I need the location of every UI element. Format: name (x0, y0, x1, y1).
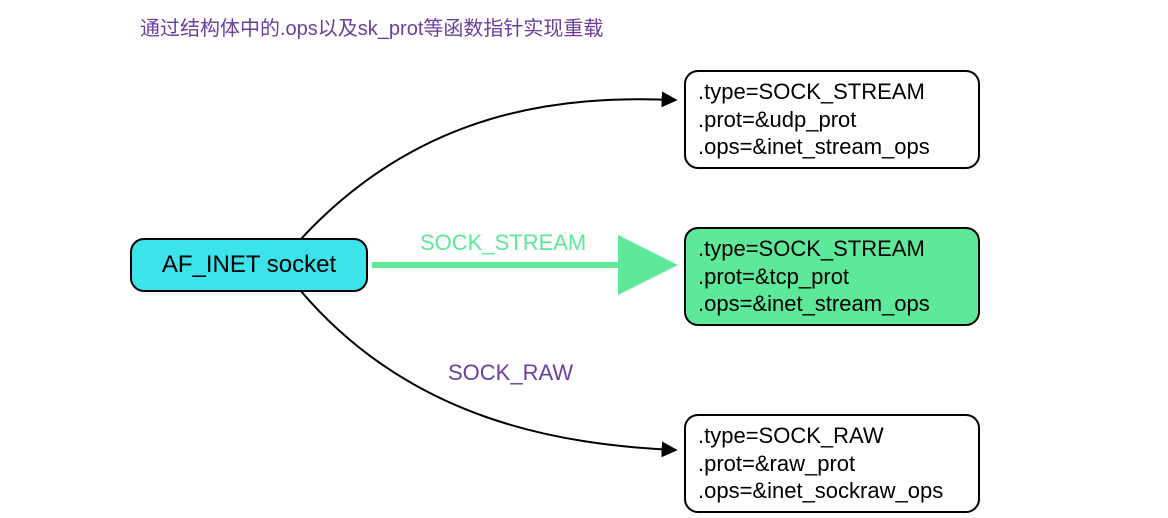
edge-top (300, 99, 676, 240)
bot-ops-line: .ops=&inet_sockraw_ops (698, 477, 966, 505)
target-node-middle: .type=SOCK_STREAM .prot=&tcp_prot .ops=&… (684, 227, 980, 326)
top-ops-line: .ops=&inet_stream_ops (698, 133, 966, 161)
top-prot-line: .prot=&udp_prot (698, 106, 966, 134)
mid-prot-line: .prot=&tcp_prot (698, 263, 966, 291)
source-node: AF_INET socket (130, 238, 368, 292)
edge-label-bottom: SOCK_RAW (448, 360, 573, 386)
target-node-top: .type=SOCK_STREAM .prot=&udp_prot .ops=&… (684, 70, 980, 169)
edge-label-middle: SOCK_STREAM (420, 230, 586, 256)
mid-ops-line: .ops=&inet_stream_ops (698, 290, 966, 318)
source-label: AF_INET socket (162, 250, 336, 280)
bot-type-line: .type=SOCK_RAW (698, 422, 966, 450)
bot-prot-line: .prot=&raw_prot (698, 450, 966, 478)
diagram-title: 通过结构体中的.ops以及sk_prot等函数指针实现重载 (140, 12, 603, 41)
mid-type-line: .type=SOCK_STREAM (698, 235, 966, 263)
target-node-bottom: .type=SOCK_RAW .prot=&raw_prot .ops=&ine… (684, 414, 980, 513)
top-type-line: .type=SOCK_STREAM (698, 78, 966, 106)
